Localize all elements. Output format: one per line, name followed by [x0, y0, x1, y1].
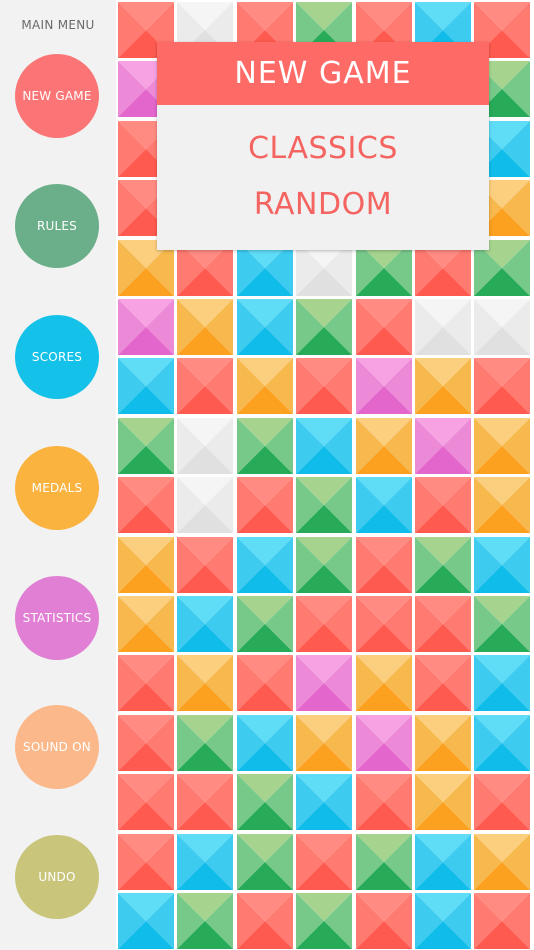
tile-orange[interactable]: [237, 358, 293, 414]
tile-green[interactable]: [296, 299, 352, 355]
tile-red[interactable]: [177, 537, 233, 593]
scores-button-label: SCORES: [31, 350, 83, 364]
tile-red[interactable]: [356, 537, 412, 593]
tile-red[interactable]: [118, 774, 174, 830]
tile-red[interactable]: [177, 358, 233, 414]
tile-orange[interactable]: [356, 655, 412, 711]
tile-red[interactable]: [296, 834, 352, 890]
random-option[interactable]: RANDOM: [157, 189, 489, 221]
tile-red[interactable]: [474, 774, 530, 830]
undo-button[interactable]: UNDO: [15, 835, 99, 919]
tile-red[interactable]: [237, 477, 293, 533]
tile-orange[interactable]: [415, 358, 471, 414]
tile-green[interactable]: [237, 596, 293, 652]
tile-red[interactable]: [118, 655, 174, 711]
sound-toggle-button[interactable]: SOUND ON: [15, 705, 99, 789]
tile-red[interactable]: [415, 477, 471, 533]
tile-blue[interactable]: [237, 537, 293, 593]
tile-red[interactable]: [118, 834, 174, 890]
tile-green[interactable]: [118, 418, 174, 474]
tile-orange[interactable]: [415, 715, 471, 771]
medals-button-label: MEDALS: [31, 481, 83, 495]
tile-orange[interactable]: [474, 477, 530, 533]
rules-button-label: RULES: [36, 219, 77, 233]
main-menu-title: MAIN MENU: [21, 18, 95, 32]
new-game-button-label: NEW GAME: [22, 89, 92, 103]
new-game-dialog: NEW GAME CLASSICS RANDOM: [157, 42, 489, 250]
tile-red[interactable]: [118, 715, 174, 771]
tile-red[interactable]: [356, 596, 412, 652]
new-game-dialog-title: NEW GAME: [234, 56, 412, 91]
tile-blue[interactable]: [474, 715, 530, 771]
tile-blue[interactable]: [296, 418, 352, 474]
statistics-button-label: STATISTICS: [22, 611, 92, 625]
tile-white[interactable]: [177, 418, 233, 474]
tile-orange[interactable]: [118, 537, 174, 593]
tile-red[interactable]: [356, 774, 412, 830]
tile-purple[interactable]: [415, 418, 471, 474]
tile-green[interactable]: [356, 834, 412, 890]
tile-green[interactable]: [177, 893, 233, 949]
undo-button-label: UNDO: [38, 870, 76, 884]
tile-white[interactable]: [415, 299, 471, 355]
new-game-button[interactable]: NEW GAME: [15, 54, 99, 138]
tile-red[interactable]: [237, 655, 293, 711]
tile-red[interactable]: [474, 893, 530, 949]
tile-purple[interactable]: [118, 299, 174, 355]
tile-red[interactable]: [237, 893, 293, 949]
tile-orange[interactable]: [118, 596, 174, 652]
tile-green[interactable]: [237, 834, 293, 890]
tile-orange[interactable]: [177, 655, 233, 711]
tile-red[interactable]: [415, 655, 471, 711]
tile-red[interactable]: [296, 596, 352, 652]
tile-orange[interactable]: [356, 418, 412, 474]
tile-blue[interactable]: [118, 893, 174, 949]
tile-blue[interactable]: [118, 358, 174, 414]
tile-orange[interactable]: [474, 418, 530, 474]
tile-blue[interactable]: [474, 537, 530, 593]
tile-blue[interactable]: [415, 834, 471, 890]
rules-button[interactable]: RULES: [15, 184, 99, 268]
tile-green[interactable]: [415, 537, 471, 593]
tile-blue[interactable]: [237, 715, 293, 771]
tile-green[interactable]: [474, 596, 530, 652]
tile-red[interactable]: [296, 358, 352, 414]
tile-orange[interactable]: [415, 774, 471, 830]
tile-green[interactable]: [237, 418, 293, 474]
tile-red[interactable]: [474, 358, 530, 414]
tile-blue[interactable]: [177, 596, 233, 652]
tile-green[interactable]: [296, 537, 352, 593]
tile-purple[interactable]: [296, 655, 352, 711]
tile-blue[interactable]: [177, 834, 233, 890]
tile-blue[interactable]: [474, 655, 530, 711]
tile-orange[interactable]: [177, 299, 233, 355]
statistics-button[interactable]: STATISTICS: [15, 576, 99, 660]
tile-orange[interactable]: [474, 834, 530, 890]
tile-orange[interactable]: [296, 715, 352, 771]
tile-purple[interactable]: [356, 358, 412, 414]
tile-green[interactable]: [177, 715, 233, 771]
tile-blue[interactable]: [296, 774, 352, 830]
sound-toggle-label: SOUND ON: [23, 740, 91, 754]
classics-option[interactable]: CLASSICS: [157, 133, 489, 165]
tile-red[interactable]: [118, 477, 174, 533]
tile-purple[interactable]: [356, 715, 412, 771]
tile-white[interactable]: [177, 477, 233, 533]
new-game-dialog-header: NEW GAME: [157, 42, 489, 105]
tile-white[interactable]: [474, 299, 530, 355]
tile-red[interactable]: [415, 596, 471, 652]
tile-red[interactable]: [356, 299, 412, 355]
tile-blue[interactable]: [237, 299, 293, 355]
tile-blue[interactable]: [415, 893, 471, 949]
app-screen: MAIN MENU NEW GAME RULES SCORES MEDALS S…: [0, 0, 534, 950]
tile-red[interactable]: [356, 893, 412, 949]
main-menu-sidebar: MAIN MENU NEW GAME RULES SCORES MEDALS S…: [0, 0, 116, 950]
scores-button[interactable]: SCORES: [15, 315, 99, 399]
tile-green[interactable]: [296, 893, 352, 949]
tile-green[interactable]: [296, 477, 352, 533]
tile-green[interactable]: [237, 774, 293, 830]
medals-button[interactable]: MEDALS: [15, 446, 99, 530]
tile-red[interactable]: [177, 774, 233, 830]
tile-blue[interactable]: [356, 477, 412, 533]
